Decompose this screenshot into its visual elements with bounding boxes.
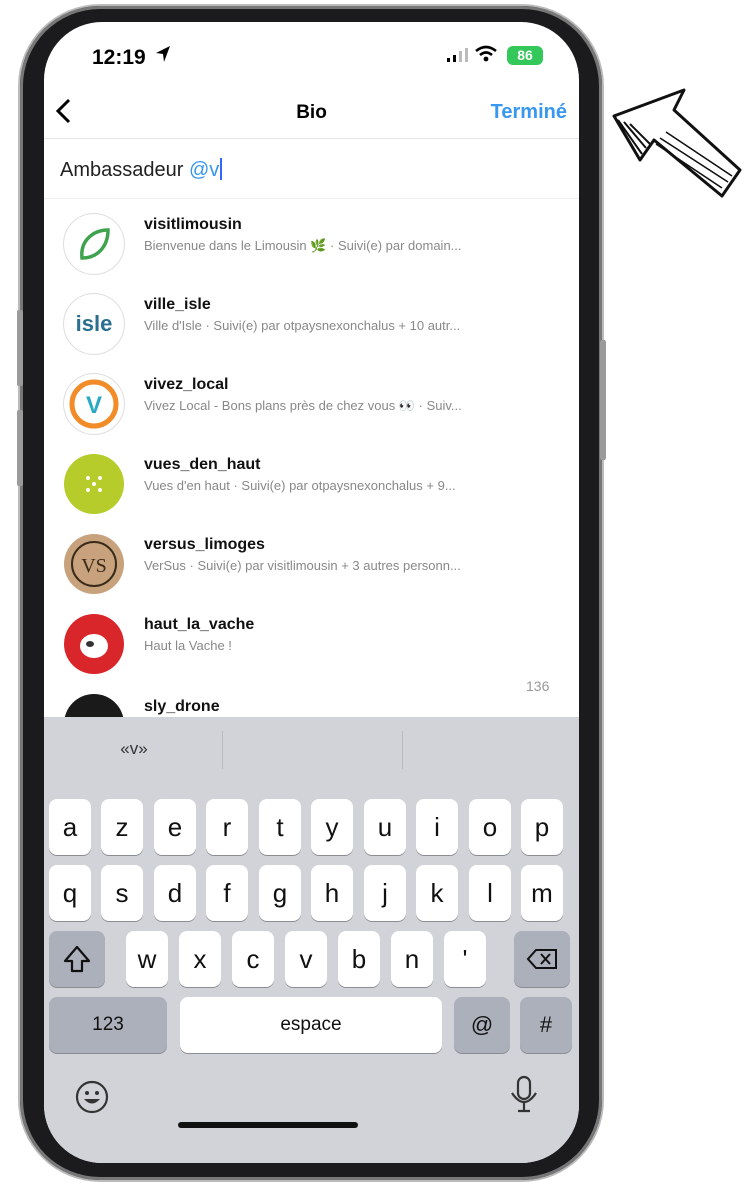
suggestion-username: visitlimousin [144,216,242,233]
divider [222,731,223,769]
key-f[interactable]: f [206,865,248,921]
keyboard-suggestion[interactable]: «v» [84,739,184,759]
hash-key[interactable]: # [520,997,572,1053]
bio-input[interactable]: Ambassadeur @v [60,158,223,182]
home-indicator [178,1122,358,1128]
key-apostrophe[interactable]: ' [444,931,486,987]
suggestion-subtitle: Haut la Vache ! [144,638,232,653]
list-item[interactable]: VS versus_limoges VerSus · Suivi(e) par … [44,522,579,602]
avatar [64,694,124,717]
key-x[interactable]: x [179,931,221,987]
wifi-icon [474,45,498,68]
key-j[interactable]: j [364,865,406,921]
done-button[interactable]: Terminé [491,101,567,124]
bio-text: Ambassadeur [60,159,189,181]
emoji-icon[interactable] [72,1077,112,1122]
avatar [64,614,124,674]
key-o[interactable]: o [469,799,511,855]
key-t[interactable]: t [259,799,301,855]
key-d[interactable]: d [154,865,196,921]
battery-icon: 86 [507,46,543,65]
backspace-key[interactable] [514,931,570,987]
key-n[interactable]: n [391,931,433,987]
suggestion-username: haut_la_vache [144,616,255,633]
screen: 12:19 86 Bio Terminé Ambassadeur @v visi… [44,22,579,1163]
key-v[interactable]: v [285,931,327,987]
key-y[interactable]: y [311,799,353,855]
suggestion-subtitle: Vues d'en haut · Suivi(e) par otpaysnexo… [144,478,456,493]
nav-bar: Bio Terminé [44,92,579,139]
key-b[interactable]: b [338,931,380,987]
key-e[interactable]: e [154,799,196,855]
key-s[interactable]: s [101,865,143,921]
key-z[interactable]: z [101,799,143,855]
char-counter: 136 [526,678,550,694]
suggestion-username: versus_limoges [144,536,265,553]
numbers-key[interactable]: 123 [49,997,167,1053]
side-button-power [600,340,606,460]
location-arrow-icon [154,44,172,69]
key-w[interactable]: w [126,931,168,987]
suggestion-subtitle: Vivez Local - Bons plans près de chez vo… [144,398,462,413]
key-u[interactable]: u [364,799,406,855]
avatar: V [64,374,124,434]
status-bar: 12:19 86 [44,22,579,82]
key-i[interactable]: i [416,799,458,855]
signal-icon [447,48,469,67]
suggestion-username: sly_drone [144,698,220,715]
key-p[interactable]: p [521,799,563,855]
list-item[interactable]: visitlimousin Bienvenue dans le Limousin… [44,202,579,282]
leaf-icon [80,228,110,260]
suggestion-username: vues_den_haut [144,456,261,473]
divider [44,198,579,199]
avatar [64,454,124,514]
key-l[interactable]: l [469,865,511,921]
key-m[interactable]: m [521,865,563,921]
side-button-silent [17,310,23,386]
suggestion-subtitle: VerSus · Suivi(e) par visitlimousin + 3 … [144,558,461,573]
divider [402,731,403,769]
text-cursor [220,158,223,180]
list-item[interactable]: V vivez_local Vivez Local - Bons plans p… [44,362,579,442]
list-item[interactable]: haut_la_vache Haut la Vache ! [44,602,579,682]
side-button-volume [17,410,23,486]
avatar-logo-text: V [86,392,102,419]
avatar: isle [64,294,124,354]
keyboard: «v» a z e r t y u i o p q s d f g h j k … [44,717,579,1163]
key-c[interactable]: c [232,931,274,987]
key-h[interactable]: h [311,865,353,921]
key-r[interactable]: r [206,799,248,855]
suggestion-subtitle: Ville d'Isle · Suivi(e) par otpaysnexonc… [144,318,461,333]
avatar [64,214,124,274]
suggestion-username: ville_isle [144,296,211,313]
key-q[interactable]: q [49,865,91,921]
key-k[interactable]: k [416,865,458,921]
microphone-icon[interactable] [504,1073,544,1122]
list-item[interactable]: isle ville_isle Ville d'Isle · Suivi(e) … [44,282,579,362]
avatar-logo-text: VS [81,555,107,577]
space-key[interactable]: espace [180,997,442,1053]
avatar: VS [64,534,124,594]
key-g[interactable]: g [259,865,301,921]
shift-key[interactable] [49,931,105,987]
keyboard-suggestion-bar: «v» [44,717,579,785]
shift-icon [63,945,91,973]
status-time: 12:19 [92,46,146,69]
list-item[interactable]: sly_drone [44,682,579,717]
key-a[interactable]: a [49,799,91,855]
at-key[interactable]: @ [454,997,510,1053]
suggestion-subtitle: Bienvenue dans le Limousin 🌿 · Suivi(e) … [144,238,462,253]
avatar-logo-text: isle [75,311,113,336]
hand-drawn-arrow-icon [604,86,744,221]
list-item[interactable]: vues_den_haut Vues d'en haut · Suivi(e) … [44,442,579,522]
backspace-icon [526,949,557,969]
bio-mention: @v [188,159,220,181]
suggestion-username: vivez_local [144,376,229,393]
